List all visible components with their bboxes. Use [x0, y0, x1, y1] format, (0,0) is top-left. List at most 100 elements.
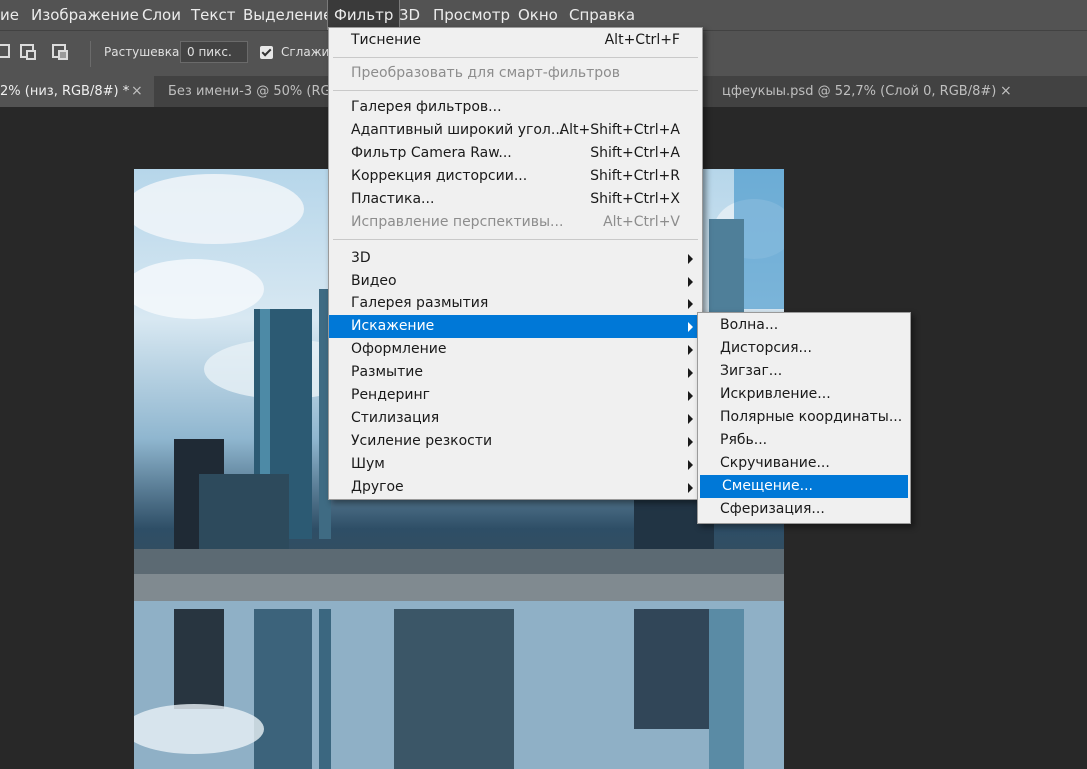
menu-separator [333, 90, 698, 91]
menu-item-label: Стилизация [351, 410, 440, 426]
menu-item-blur-gallery[interactable]: Галерея размытия [329, 292, 702, 315]
menu-item-lens-correction[interactable]: Коррекция дисторсии... Shift+Ctrl+R [329, 165, 702, 188]
tab-document-2[interactable]: Без имени-3 @ 50% (RG [162, 76, 332, 107]
menu-item-other[interactable]: Другое [329, 476, 702, 499]
menu-item-shortcut: Shift+Ctrl+R [590, 168, 680, 184]
submenu-arrow-icon [688, 483, 693, 493]
menu-item-label: Скручивание... [720, 455, 830, 471]
menu-item-adaptive-wide-angle[interactable]: Адаптивный широкий угол... Alt+Shift+Ctr… [329, 119, 702, 142]
submenu-item-twirl[interactable]: Скручивание... [698, 452, 910, 475]
menu-item-emboss[interactable]: Тиснение Alt+Ctrl+F [329, 29, 702, 52]
menu-item-label: Волна... [720, 317, 779, 333]
menu-item-camera-raw[interactable]: Фильтр Camera Raw... Shift+Ctrl+A [329, 142, 702, 165]
menu-item-label: Галерея фильтров... [351, 99, 502, 115]
menu-item-view[interactable]: Просмотр [433, 0, 510, 30]
submenu-item-ripple[interactable]: Рябь... [698, 429, 910, 452]
menu-item-shortcut: Shift+Ctrl+X [590, 191, 680, 207]
menu-item-label: Фильтр Camera Raw... [351, 145, 512, 161]
submenu-arrow-icon [688, 437, 693, 447]
menu-item-window[interactable]: Окно [518, 0, 558, 30]
submenu-arrow-icon [688, 460, 693, 470]
menu-item-shortcut: Alt+Shift+Ctrl+A [559, 122, 680, 138]
tab-document-1[interactable]: 2% (низ, RGB/8#) * × [0, 76, 154, 107]
menu-item-vanishing-point[interactable]: Исправление перспективы... Alt+Ctrl+V [329, 211, 702, 234]
antialias-checkbox[interactable] [260, 46, 273, 59]
feather-input[interactable]: 0 пикс. [180, 41, 248, 63]
menu-item-label: Смещение... [722, 478, 813, 494]
menu-item-blur[interactable]: Размытие [329, 361, 702, 384]
submenu-item-pinch[interactable]: Дисторсия... [698, 337, 910, 360]
feather-label: Растушевка: [104, 45, 184, 59]
menu-item-render[interactable]: Рендеринг [329, 384, 702, 407]
menu-item-label: Исправление перспективы... [351, 214, 564, 230]
menu-item-shortcut: Alt+Ctrl+V [603, 214, 680, 230]
menu-item-label: Адаптивный широкий угол... [351, 122, 565, 138]
tab-label: 2% (низ, RGB/8#) * [0, 84, 130, 99]
menu-item-label: Пластика... [351, 191, 435, 207]
submenu-arrow-icon [688, 391, 693, 401]
menu-item-help[interactable]: Справка [569, 0, 635, 30]
menu-item-label: Преобразовать для смарт-фильтров [351, 65, 620, 81]
submenu-item-polar-coordinates[interactable]: Полярные координаты... [698, 406, 910, 429]
menu-item-label: Другое [351, 479, 404, 495]
submenu-arrow-icon [688, 277, 693, 287]
menu-item-3d[interactable]: 3D [399, 0, 420, 30]
add-to-selection-icon-overlay [26, 50, 36, 60]
menu-item-liquify[interactable]: Пластика... Shift+Ctrl+X [329, 188, 702, 211]
menu-item-layers[interactable]: Слои [142, 0, 181, 30]
menu-item-label: Шум [351, 456, 385, 472]
submenu-arrow-icon [688, 368, 693, 378]
menu-item-pixelate[interactable]: Оформление [329, 338, 702, 361]
menu-separator [333, 239, 698, 240]
menu-item-label: Галерея размытия [351, 295, 489, 311]
menu-item-video[interactable]: Видео [329, 270, 702, 293]
menu-item-label: Зигзаг... [720, 363, 783, 379]
menu-item-shortcut: Shift+Ctrl+A [590, 145, 680, 161]
menu-item-filter-gallery[interactable]: Галерея фильтров... [329, 96, 702, 119]
submenu-arrow-icon [688, 414, 693, 424]
menu-item-label: Полярные координаты... [720, 409, 903, 425]
menu-item-sharpen[interactable]: Усиление резкости [329, 430, 702, 453]
intersect-selection-icon [58, 50, 68, 60]
menu-item-label: Усиление резкости [351, 433, 493, 449]
menu-item-label: Видео [351, 273, 397, 289]
submenu-arrow-icon [688, 299, 693, 309]
filter-menu: Тиснение Alt+Ctrl+F Преобразовать для см… [328, 27, 703, 500]
options-divider [90, 41, 91, 67]
tab-document-3[interactable]: цфеукыы.psd @ 52,7% (Слой 0, RGB/8#) × [716, 76, 1028, 107]
menu-item-noise[interactable]: Шум [329, 453, 702, 476]
menu-item-shortcut: Alt+Ctrl+F [604, 32, 680, 48]
menu-item-label: 3D [351, 250, 371, 266]
menu-item-3d[interactable]: 3D [329, 247, 702, 270]
distort-submenu: Волна... Дисторсия... Зигзаг... Искривле… [697, 312, 911, 524]
menu-item-filter[interactable]: Фильтр [326, 0, 401, 31]
menu-item-convert-smart-filters[interactable]: Преобразовать для смарт-фильтров [329, 62, 702, 85]
submenu-arrow-icon [688, 322, 693, 332]
tab-label: цфеукыы.psd @ 52,7% (Слой 0, RGB/8#) [722, 84, 997, 99]
submenu-item-wave[interactable]: Волна... [698, 314, 910, 337]
new-selection-icon[interactable] [0, 44, 10, 58]
close-icon[interactable]: × [131, 76, 143, 107]
menu-item-label: Дисторсия... [720, 340, 812, 356]
menu-item-image[interactable]: Изображение [31, 0, 139, 30]
menu-item-select[interactable]: Выделение [243, 0, 332, 30]
submenu-item-shear[interactable]: Искривление... [698, 383, 910, 406]
menu-item-label: Рендеринг [351, 387, 430, 403]
menu-item-type[interactable]: Текст [191, 0, 235, 30]
menu-item-label: Тиснение [351, 32, 421, 48]
menu-item-stylize[interactable]: Стилизация [329, 407, 702, 430]
submenu-item-spherize[interactable]: Сферизация... [698, 498, 910, 521]
tab-label: Без имени-3 @ 50% (RG [168, 84, 331, 99]
menu-item-label: Сферизация... [720, 501, 825, 517]
menu-item-label: Искажение [351, 318, 435, 334]
menu-item-label: Искривление... [720, 386, 831, 402]
submenu-item-zigzag[interactable]: Зигзаг... [698, 360, 910, 383]
menu-item-label: Рябь... [720, 432, 768, 448]
menu-bar: ие Изображение Слои Текст Выделение Филь… [0, 0, 1087, 31]
submenu-item-displace[interactable]: Смещение... [700, 475, 908, 498]
menu-item-distort[interactable]: Искажение [329, 315, 702, 338]
menu-item-label: Оформление [351, 341, 447, 357]
menu-item-layers-partial[interactable]: ие [0, 0, 19, 30]
close-icon[interactable]: × [1000, 76, 1012, 107]
menu-item-label: Размытие [351, 364, 423, 380]
